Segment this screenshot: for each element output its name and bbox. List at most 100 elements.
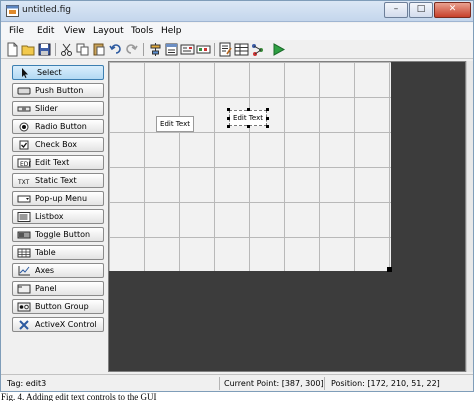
- status-separator: [219, 377, 220, 390]
- close-button[interactable]: ✕: [434, 2, 471, 18]
- status-tag: Tag: edit3: [7, 379, 47, 388]
- palette-label: Push Button: [35, 86, 84, 95]
- property-inspector-icon[interactable]: [234, 42, 249, 57]
- edit-text-control-selected[interactable]: Edit Text: [229, 110, 267, 126]
- selection-handle[interactable]: [227, 108, 230, 111]
- toolbar-separator: [55, 43, 56, 56]
- copy-icon[interactable]: [75, 42, 90, 57]
- palette-label: Table: [35, 248, 56, 257]
- axes-icon: [17, 266, 31, 276]
- component-palette: Select Push Button Slider Radio Button C…: [1, 60, 108, 374]
- selection-handle[interactable]: [227, 117, 230, 120]
- table-icon: [17, 248, 31, 258]
- check-box-icon: [17, 140, 31, 150]
- window-title: untitled.fig: [22, 5, 71, 15]
- palette-label: Axes: [35, 266, 55, 275]
- palette-check-box[interactable]: Check Box: [12, 137, 104, 152]
- redo-icon[interactable]: [124, 42, 139, 57]
- edit-text-control[interactable]: Edit Text: [156, 116, 194, 132]
- toggle-button-icon: [17, 230, 31, 240]
- palette-radio-button[interactable]: Radio Button: [12, 119, 104, 134]
- push-button-icon: [17, 86, 31, 96]
- palette-label: Button Group: [35, 302, 89, 311]
- menu-help[interactable]: Help: [161, 26, 182, 36]
- figure-icon: [6, 5, 19, 17]
- slider-icon: [17, 104, 31, 114]
- edit-text-icon: EDIT: [17, 158, 31, 168]
- minimize-button[interactable]: –: [384, 2, 408, 18]
- palette-axes[interactable]: Axes: [12, 263, 104, 278]
- menu-layout[interactable]: Layout: [93, 26, 124, 36]
- palette-label: ActiveX Control: [35, 320, 97, 329]
- palette-edit-text[interactable]: EDIT Edit Text: [12, 155, 104, 170]
- align-objects-icon[interactable]: [148, 42, 163, 57]
- status-current-point: Current Point: [387, 300]: [224, 379, 324, 388]
- guide-window: untitled.fig – □ ✕ File Edit View Layout…: [0, 0, 474, 392]
- static-text-icon: TXT: [17, 176, 31, 186]
- palette-static-text[interactable]: TXT Static Text: [12, 173, 104, 188]
- object-browser-icon[interactable]: [250, 42, 265, 57]
- palette-label: Slider: [35, 104, 58, 113]
- toolbar-separator: [143, 43, 144, 56]
- palette-label: Listbox: [35, 212, 64, 221]
- selection-handle[interactable]: [247, 108, 250, 111]
- maximize-button[interactable]: □: [409, 2, 433, 18]
- status-bar: Tag: edit3 Current Point: [387, 300] Pos…: [1, 374, 473, 391]
- cut-icon[interactable]: [59, 42, 74, 57]
- open-folder-icon[interactable]: [21, 42, 36, 57]
- toolbar-separator: [214, 43, 215, 56]
- palette-panel[interactable]: Panel: [12, 281, 104, 296]
- palette-label: Static Text: [35, 176, 77, 185]
- palette-table[interactable]: Table: [12, 245, 104, 260]
- palette-label: Radio Button: [35, 122, 87, 131]
- menu-bar: File Edit View Layout Tools Help: [1, 23, 473, 40]
- status-separator: [324, 377, 325, 390]
- toolbar: [1, 40, 473, 59]
- palette-toggle-button[interactable]: Toggle Button: [12, 227, 104, 242]
- selection-handle[interactable]: [227, 125, 230, 128]
- button-group-icon: [17, 302, 31, 312]
- figure-caption: Fig. 4. Adding edit text controls to the…: [1, 393, 157, 401]
- svg-text:EDIT: EDIT: [20, 161, 31, 168]
- palette-button-group[interactable]: Button Group: [12, 299, 104, 314]
- selection-handle[interactable]: [266, 117, 269, 120]
- figure-grid[interactable]: Edit Text Edit Text: [109, 62, 391, 271]
- activex-icon: [17, 320, 31, 330]
- palette-activex-control[interactable]: ActiveX Control: [12, 317, 104, 332]
- svg-text:TXT: TXT: [17, 179, 30, 186]
- layout-canvas[interactable]: Edit Text Edit Text: [108, 61, 466, 372]
- palette-listbox[interactable]: Listbox: [12, 209, 104, 224]
- menu-tools[interactable]: Tools: [131, 26, 153, 36]
- vertical-scrollbar[interactable]: [466, 61, 473, 372]
- m-file-editor-icon[interactable]: [218, 42, 233, 57]
- palette-slider[interactable]: Slider: [12, 101, 104, 116]
- selection-handle[interactable]: [266, 125, 269, 128]
- palette-label: Select: [37, 68, 62, 77]
- selection-handle[interactable]: [266, 108, 269, 111]
- new-file-icon[interactable]: [5, 42, 20, 57]
- paste-icon[interactable]: [91, 42, 106, 57]
- palette-select[interactable]: Select: [12, 65, 104, 80]
- palette-label: Toggle Button: [35, 230, 91, 239]
- menu-file[interactable]: File: [9, 26, 24, 36]
- menu-view[interactable]: View: [64, 26, 85, 36]
- panel-icon: [17, 284, 31, 294]
- listbox-icon: [17, 212, 31, 222]
- popup-menu-icon: [17, 194, 31, 204]
- undo-icon[interactable]: [108, 42, 123, 57]
- selection-handle[interactable]: [247, 125, 250, 128]
- palette-label: Check Box: [35, 140, 78, 149]
- arrow-cursor-icon: [17, 68, 31, 78]
- palette-popup-menu[interactable]: Pop-up Menu: [12, 191, 104, 206]
- tab-order-editor-icon[interactable]: [180, 42, 195, 57]
- run-figure-icon[interactable]: [271, 42, 286, 57]
- radio-button-icon: [17, 122, 31, 132]
- toolbar-editor-icon[interactable]: [196, 42, 211, 57]
- menu-edit[interactable]: Edit: [37, 26, 54, 36]
- palette-push-button[interactable]: Push Button: [12, 83, 104, 98]
- status-position: Position: [172, 210, 51, 22]: [331, 379, 440, 388]
- figure-resize-handle[interactable]: [387, 267, 392, 272]
- palette-label: Edit Text: [35, 158, 70, 167]
- save-icon[interactable]: [37, 42, 52, 57]
- menu-editor-icon[interactable]: [164, 42, 179, 57]
